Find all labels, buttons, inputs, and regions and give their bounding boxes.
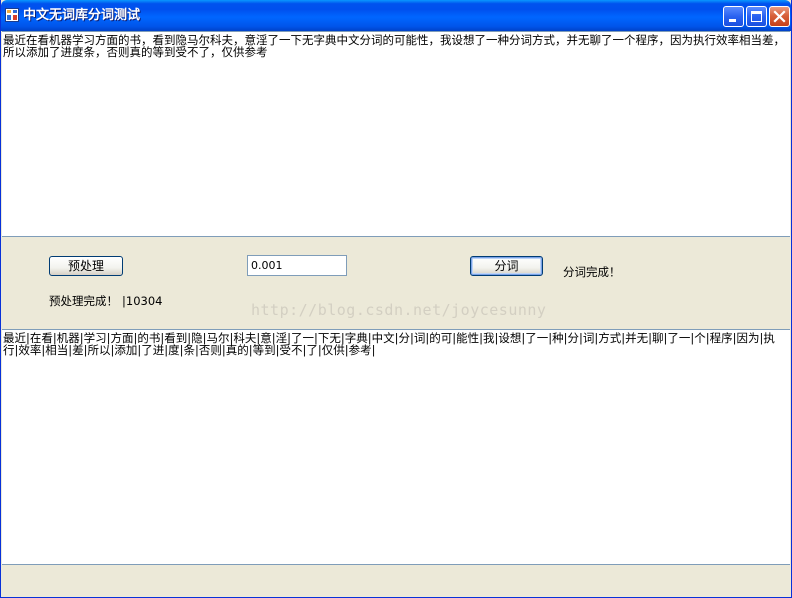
preprocess-count-label: |10304 [122, 294, 163, 308]
maximize-button[interactable] [746, 6, 767, 27]
main-window: 中文无词库分词测试 最近在看机器学习方面的书，看到隐马尔科夫，意淫了一下无字典中… [0, 0, 792, 598]
watermark-text: http://blog.csdn.net/joycesunny [251, 301, 547, 319]
window-title: 中文无词库分词测试 [23, 8, 141, 23]
segment-button[interactable]: 分词 [470, 256, 543, 276]
minimize-button[interactable] [723, 6, 744, 27]
app-icon[interactable] [5, 8, 19, 22]
title-bar[interactable]: 中文无词库分词测试 [1, 0, 791, 31]
bottom-panel [2, 565, 790, 596]
segment-status-label: 分词完成！ [563, 265, 621, 279]
input-textbox[interactable]: 最近在看机器学习方面的书，看到隐马尔科夫，意淫了一下无字典中文分词的可能性，我设… [2, 31, 790, 237]
threshold-input[interactable] [247, 255, 347, 276]
maximize-icon [751, 11, 762, 22]
close-button[interactable] [769, 6, 790, 27]
minimize-icon [729, 19, 736, 22]
preprocess-status-label: 预处理完成！ [49, 294, 118, 308]
output-textbox[interactable]: 最近|在看|机器|学习|方面|的书|看到|隐|马尔|科夫|意|淫|了一|下无|字… [2, 329, 790, 565]
close-icon [773, 10, 786, 23]
preprocess-button[interactable]: 预处理 [49, 256, 123, 276]
